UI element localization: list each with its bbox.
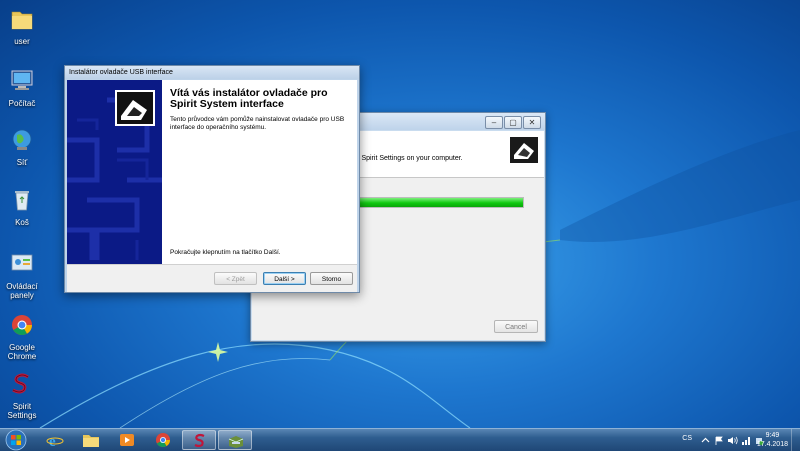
action-center-flag-icon[interactable]	[714, 436, 724, 445]
window-controls: – ▢ ✕	[485, 116, 541, 129]
installer-button-bar: < Zpět Další > Storno	[67, 264, 357, 292]
taskbar: e CS 9:49 17.4.2018	[0, 428, 800, 451]
language-indicator[interactable]: CS	[682, 435, 692, 442]
start-button[interactable]	[2, 429, 30, 451]
welcome-heading-line2: Spirit System interface	[170, 98, 284, 110]
system-clock[interactable]: 9:49 17.4.2018	[757, 431, 788, 449]
usb-driver-installer-window: Instalátor ovladače USB interface Vítá v…	[64, 65, 360, 293]
desktop-icon-label: Koš	[15, 218, 29, 227]
media-player-icon	[120, 434, 134, 446]
next-button[interactable]: Další >	[263, 272, 306, 285]
show-desktop-button[interactable]	[791, 429, 800, 451]
desktop-icon-google-chrome[interactable]: Google Chrome	[2, 312, 42, 361]
cancel-button[interactable]: Cancel	[494, 320, 538, 333]
welcome-intro-text: Tento průvodce vám pomůže nainstalovat o…	[170, 116, 345, 131]
installer-sidebar-graphic	[67, 80, 162, 264]
folder-icon	[83, 435, 99, 447]
taskbar-file-explorer[interactable]	[74, 430, 108, 450]
taskbar-media-player[interactable]	[110, 430, 144, 450]
desktop-icon-user[interactable]: user	[2, 6, 42, 46]
installer-title[interactable]: Instalátor ovladače USB interface	[65, 66, 359, 79]
desktop-icon-label: Počítač	[8, 99, 36, 108]
taskbar-internet-explorer[interactable]: e	[38, 430, 72, 450]
desktop-icon-label: user	[14, 37, 30, 46]
desktop-icon-label: Ovládací panely	[6, 282, 38, 300]
network-globe-icon	[12, 129, 32, 150]
volume-icon[interactable]	[727, 436, 738, 445]
desktop-icon-network[interactable]: Síť	[2, 127, 42, 167]
network-icon[interactable]	[741, 436, 752, 445]
svg-text:e: e	[49, 434, 56, 448]
install-progress-bar	[356, 197, 524, 208]
setup-header-text: s Spirit Settings on your computer.	[356, 155, 463, 162]
installer-welcome-panel: Vítá vás instalátor ovladače pro Spirit …	[67, 80, 357, 264]
desktop-icon-label: Google Chrome	[7, 343, 37, 361]
clock-time: 9:49	[765, 432, 780, 439]
show-hidden-icons-icon[interactable]	[701, 436, 710, 445]
minimize-button[interactable]: –	[485, 116, 503, 129]
desktop-icon-label: Síť	[16, 158, 28, 167]
desktop-icon-label: Spirit Settings	[7, 402, 37, 420]
cancel-installer-button[interactable]: Storno	[310, 272, 353, 285]
continue-instruction: Pokračujte klepnutím na tlačítko Další.	[170, 249, 281, 256]
chrome-icon	[12, 315, 32, 335]
control-panel-icon	[11, 254, 33, 271]
close-button[interactable]: ✕	[523, 116, 541, 129]
taskbar-spirit-settings[interactable]	[182, 430, 216, 450]
install-progress-fill	[357, 198, 523, 207]
clock-date: 17.4.2018	[756, 441, 788, 448]
chrome-icon	[156, 433, 170, 447]
spirit-s-logo-icon	[12, 373, 29, 394]
taskbar-chrome[interactable]	[146, 430, 180, 450]
internet-explorer-icon: e	[46, 434, 64, 448]
taskbar-installer[interactable]	[218, 430, 252, 450]
desktop-icon-control-panel[interactable]: Ovládací panely	[2, 251, 42, 300]
desktop-icon-computer[interactable]: Počítač	[2, 68, 42, 108]
computer-icon	[11, 70, 33, 90]
back-button[interactable]: < Zpět	[214, 272, 257, 285]
maximize-button[interactable]: ▢	[504, 116, 522, 129]
desktop-icon-recycle-bin[interactable]: Koš	[2, 187, 42, 227]
welcome-heading: Vítá vás instalátor ovladače pro Spirit …	[170, 88, 328, 110]
setup-installer-icon	[510, 137, 538, 163]
installer-package-icon	[228, 436, 244, 448]
recycle-bin-icon	[15, 191, 29, 211]
spirit-s-logo-icon	[194, 433, 205, 448]
user-folder-icon	[11, 11, 33, 30]
desktop-icon-spirit-settings[interactable]: Spirit Settings	[2, 371, 42, 420]
